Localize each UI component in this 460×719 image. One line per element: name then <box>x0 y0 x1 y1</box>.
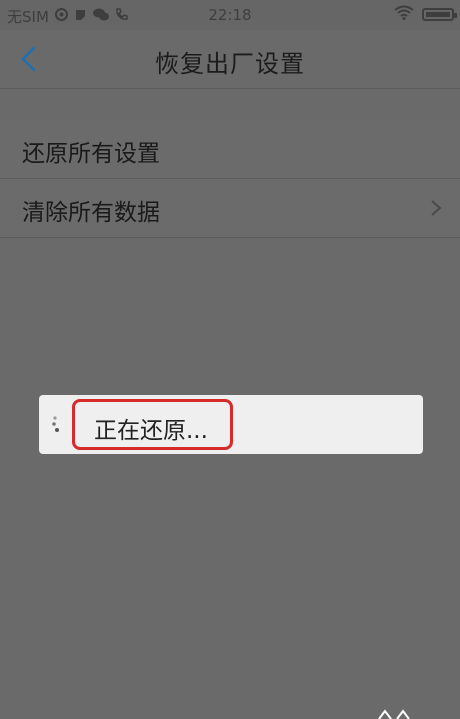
app-header: 恢复出厂设置 <box>0 30 460 89</box>
wifi-icon <box>394 5 414 24</box>
chevron-right-icon <box>431 200 442 216</box>
page-title: 恢复出厂设置 <box>155 50 305 78</box>
dialog-message: 正在还原... <box>94 418 208 444</box>
spinner-icon <box>52 416 59 432</box>
list-item-erase-data[interactable]: 清除所有数据 <box>0 179 460 238</box>
status-time: 22:18 <box>208 6 252 24</box>
progress-dialog: 正在还原... <box>39 395 423 454</box>
battery-icon <box>422 8 457 21</box>
highlight-box: 正在还原... <box>72 399 233 450</box>
list-item-label: 还原所有设置 <box>22 141 160 167</box>
list-item-label: 清除所有数据 <box>22 200 160 226</box>
status-right <box>394 5 457 24</box>
list-item-restore-settings[interactable]: 还原所有设置 <box>0 120 460 179</box>
bottom-handle-icon <box>378 709 410 719</box>
settings-list: 还原所有设置 清除所有数据 <box>0 120 460 238</box>
status-bar: 无SIM 22:18 <box>0 0 460 30</box>
